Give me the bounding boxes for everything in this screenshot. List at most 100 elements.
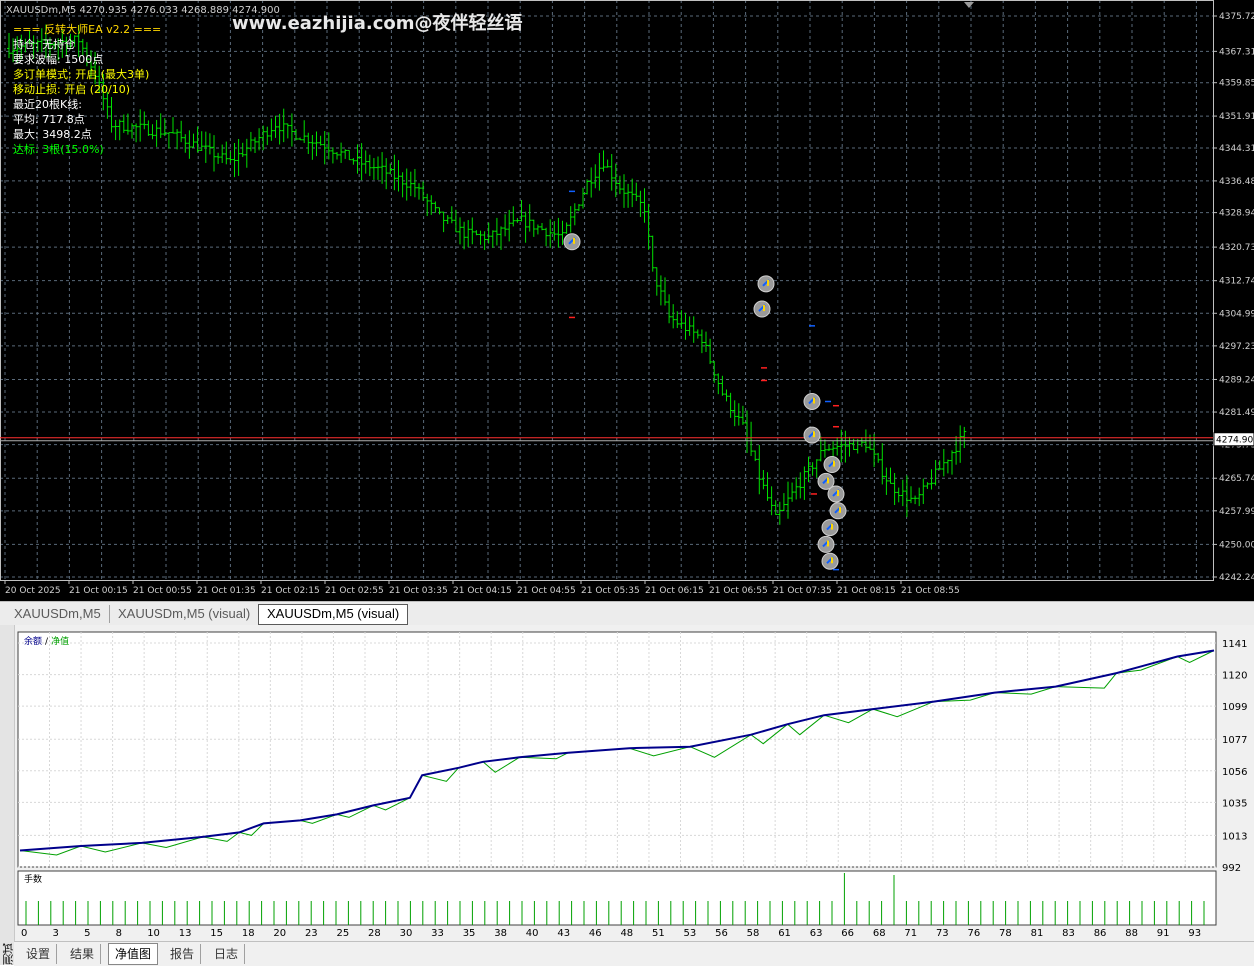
equity-x-label: 66 — [841, 928, 854, 939]
current-price-tag-label: 4274.900 — [1216, 436, 1254, 446]
tab-settings[interactable]: 设置 — [20, 944, 58, 964]
equity-x-label: 93 — [1188, 928, 1201, 939]
tab-chart-1[interactable]: XAUUSDm,M5 — [6, 605, 110, 623]
equity-y-label: 1077 — [1222, 735, 1247, 746]
time-tick-label: 21 Oct 08:55 — [901, 586, 960, 596]
tab-report[interactable]: 报告 — [164, 944, 202, 964]
tab-equity-graph[interactable]: 净值图 — [108, 943, 159, 965]
equity-y-label: 1120 — [1222, 671, 1247, 682]
tab-journal[interactable]: 日志 — [208, 944, 246, 964]
time-tick-label: 21 Oct 02:55 — [325, 586, 384, 596]
tab-chart-2[interactable]: XAUUSDm,M5 (visual) — [110, 605, 260, 623]
equity-x-label: 88 — [1125, 928, 1138, 939]
equity-graph[interactable]: 1141112010991077105610351013992余额 / 净值手数0 3… — [0, 625, 1254, 941]
equity-x-label: 71 — [904, 928, 917, 939]
ea-max: 最大: 3498.2点 — [13, 128, 92, 141]
price-tick-label: 4375.720 — [1219, 12, 1254, 22]
price-tick-label: 4281.490 — [1219, 408, 1254, 418]
trade-flag-icon — [833, 460, 835, 467]
time-tick-label: 21 Oct 06:15 — [645, 586, 704, 596]
equity-x-label: 20 — [273, 928, 286, 939]
equity-x-label: 48 — [620, 928, 633, 939]
price-tick-label: 4304.990 — [1219, 309, 1254, 319]
tab-results[interactable]: 结果 — [64, 944, 102, 964]
equity-x-label: 10 — [147, 928, 160, 939]
legend-equity: 净值 — [51, 635, 69, 647]
ea-recent: 最近20根K线: — [13, 98, 82, 111]
price-tick-label: 4297.235 — [1219, 342, 1254, 352]
equity-x-label: 0 — [21, 928, 27, 939]
equity-x-label: 61 — [778, 928, 791, 939]
equity-x-label: 3 — [53, 928, 59, 939]
trade-flag-icon — [813, 397, 815, 404]
equity-x-label: 51 — [652, 928, 665, 939]
time-tick-label: 21 Oct 07:35 — [773, 586, 832, 596]
trade-flag-icon — [839, 506, 841, 513]
tab-chart-3[interactable]: XAUUSDm,M5 (visual) — [258, 604, 409, 625]
equity-x-label: 28 — [368, 928, 381, 939]
watermark: www.eazhijia.com@夜伴轻丝语 — [232, 13, 523, 34]
ea-title: === 反转大师EA v2.2 === — [13, 23, 162, 36]
time-tick-label: 21 Oct 03:35 — [389, 586, 448, 596]
equity-x-label: 73 — [936, 928, 949, 939]
ea-avg: 平均: 717.8点 — [13, 113, 85, 126]
price-tick-label: 4320.735 — [1219, 243, 1254, 253]
equity-x-label: 53 — [684, 928, 697, 939]
ea-position: 持仓: 无持仓 — [13, 38, 76, 51]
trade-flag-icon — [813, 431, 815, 438]
equity-x-label: 68 — [873, 928, 886, 939]
tester-tabs: 设置 结果 净值图 报告 日志 — [14, 941, 1254, 966]
equity-x-label: 8 — [116, 928, 122, 939]
ea-hit: 达标: 3根(15.0%) — [13, 143, 104, 156]
equity-x-label: 38 — [494, 928, 507, 939]
time-tick-label: 21 Oct 05:35 — [581, 586, 640, 596]
equity-x-label: 58 — [747, 928, 760, 939]
equity-x-label: 56 — [715, 928, 728, 939]
price-tick-label: 4328.940 — [1219, 209, 1254, 219]
lots-plot-area — [17, 870, 1217, 926]
time-tick-label: 20 Oct 2025 — [5, 586, 61, 596]
price-tick-label: 4289.245 — [1219, 375, 1254, 385]
lots-label: 手数 — [24, 873, 42, 885]
time-tick-label: 21 Oct 00:55 — [133, 586, 192, 596]
time-tick-label: 21 Oct 04:55 — [517, 586, 576, 596]
equity-legend: 余额 / 净值 — [24, 635, 69, 647]
equity-x-label: 5 — [84, 928, 90, 939]
ea-multi-mode: 多订单模式: 开启 (最大3单) — [13, 68, 150, 81]
equity-y-label: 1056 — [1222, 767, 1247, 778]
price-tick-label: 4359.850 — [1219, 79, 1254, 89]
ea-required-swing: 要求波幅: 1500点 — [13, 53, 104, 66]
price-tick-label: 4242.245 — [1219, 573, 1254, 583]
trade-flag-icon — [573, 237, 575, 244]
price-tick-label: 4257.990 — [1219, 507, 1254, 517]
trade-flag-icon — [763, 305, 765, 312]
time-tick-label: 21 Oct 04:15 — [453, 586, 512, 596]
trade-flag-icon — [767, 279, 769, 286]
equity-y-label: 1099 — [1222, 702, 1247, 713]
equity-x-label: 43 — [557, 928, 570, 939]
price-tick-label: 4367.310 — [1219, 47, 1254, 57]
trade-flag-icon — [827, 477, 829, 484]
price-tick-label: 4265.745 — [1219, 474, 1254, 484]
equity-y-label: 1141 — [1222, 639, 1247, 650]
equity-x-label: 33 — [431, 928, 444, 939]
trade-flag-icon — [831, 557, 833, 564]
candlestick-chart[interactable]: 4375.720 4367.310 4359.850 4351.910 4344.315… — [0, 0, 1254, 601]
equity-x-label: 35 — [463, 928, 476, 939]
ea-trailing: 移动止损: 开启 (20/10) — [13, 83, 130, 96]
equity-x-label: 81 — [1031, 928, 1044, 939]
chart-shift-icon — [964, 2, 974, 8]
trade-flag-icon — [831, 523, 833, 530]
equity-x-label: 83 — [1062, 928, 1075, 939]
equity-x-label: 76 — [968, 928, 981, 939]
equity-y-label: 1035 — [1222, 798, 1247, 809]
trade-flag-icon — [837, 489, 839, 496]
equity-x-label: 23 — [305, 928, 318, 939]
price-tick-label: 4312.745 — [1219, 277, 1254, 287]
price-chart[interactable]: 4375.720 4367.310 4359.850 4351.910 4344.315… — [0, 0, 1254, 601]
equity-y-label: 992 — [1222, 863, 1241, 874]
equity-y-label: 1013 — [1222, 831, 1247, 842]
time-tick-label: 21 Oct 08:15 — [837, 586, 896, 596]
legend-balance: 余额 — [24, 635, 42, 647]
time-tick-label: 21 Oct 01:35 — [197, 586, 256, 596]
